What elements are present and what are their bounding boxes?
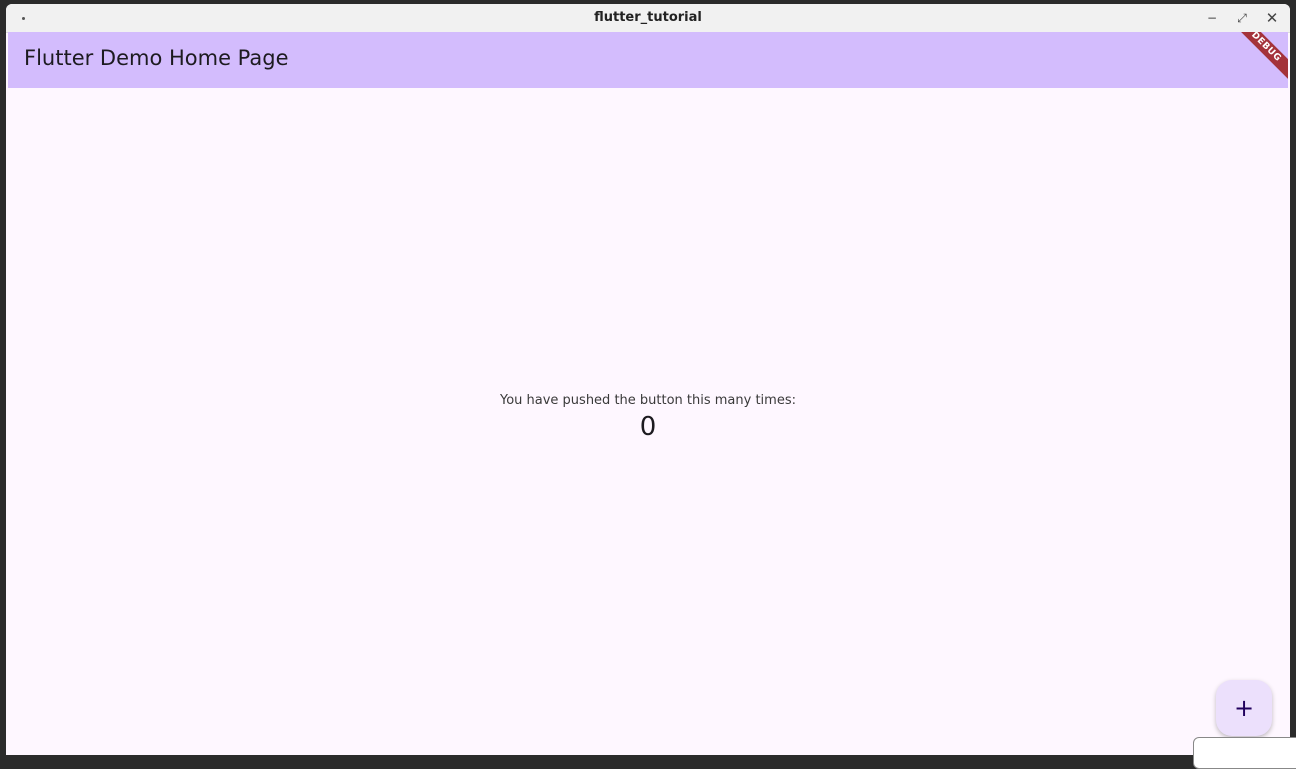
counter-value: 0 — [639, 412, 657, 442]
page-title: Flutter Demo Home Page — [24, 46, 289, 70]
maximize-icon: ⤢ — [1237, 10, 1247, 25]
close-button[interactable]: ✕ — [1263, 9, 1281, 27]
app-window: flutter_tutorial − ⤢ ✕ Flutter Demo Home… — [6, 4, 1290, 755]
counter-label: You have pushed the button this many tim… — [499, 393, 796, 408]
main-body: You have pushed the button this many tim… — [8, 88, 1288, 755]
debug-banner: DEBUG — [1225, 32, 1288, 88]
add-icon: + — [1233, 694, 1255, 722]
minimize-icon: − — [1206, 11, 1218, 25]
counter-section: You have pushed the button this many tim… — [8, 393, 1288, 442]
maximize-button[interactable]: ⤢ — [1233, 9, 1251, 27]
app-bar: Flutter Demo Home Page DEBUG — [8, 32, 1288, 88]
increment-button[interactable]: + — [1216, 680, 1272, 736]
partial-overlay-window — [1193, 737, 1296, 769]
window-titlebar[interactable]: flutter_tutorial − ⤢ ✕ — [6, 4, 1290, 33]
close-icon: ✕ — [1265, 9, 1279, 27]
minimize-button[interactable]: − — [1203, 9, 1221, 27]
window-title: flutter_tutorial — [594, 10, 702, 25]
